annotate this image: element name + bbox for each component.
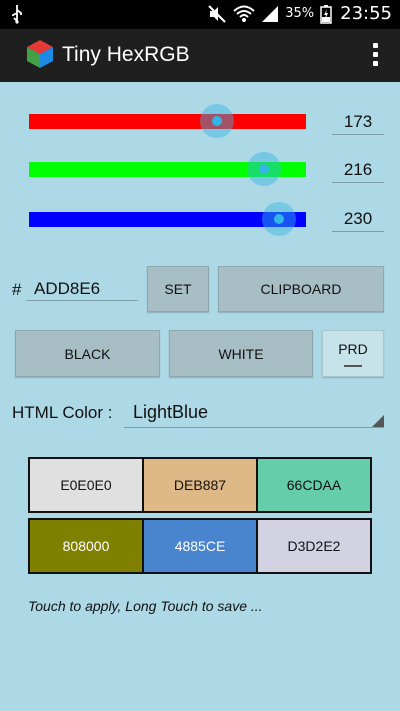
signal-icon	[262, 5, 279, 22]
swatch-row-2: 808000 4885CE D3D2E2	[28, 518, 372, 574]
swatch-button[interactable]: E0E0E0	[30, 459, 144, 511]
swatch-button[interactable]: 4885CE	[144, 520, 258, 572]
app-title: Tiny HexRGB	[62, 43, 190, 66]
green-value-field[interactable]: 216	[332, 158, 384, 183]
swatch-button[interactable]: D3D2E2	[258, 520, 370, 572]
white-button[interactable]: WHITE	[169, 330, 313, 377]
prd-toggle-indicator	[344, 364, 362, 367]
red-slider[interactable]	[29, 114, 306, 129]
wifi-icon	[233, 5, 255, 22]
swatch-button[interactable]: 66CDAA	[258, 459, 370, 511]
swatch-row-1: E0E0E0 DEB887 66CDAA	[28, 457, 372, 513]
dropdown-arrow-icon	[372, 415, 384, 427]
battery-percent: 35%	[285, 6, 315, 21]
html-color-label: HTML Color :	[12, 403, 113, 422]
clock: 23:55	[340, 3, 392, 24]
prd-button[interactable]: PRD	[322, 330, 384, 377]
app-cube-icon	[27, 40, 53, 68]
red-slider-thumb[interactable]	[199, 104, 234, 138]
action-bar: Tiny HexRGB	[0, 29, 400, 82]
usb-icon	[12, 5, 22, 24]
blue-value-field[interactable]: 230	[332, 207, 384, 232]
status-bar: 35% 23:55	[0, 0, 400, 29]
usage-hint: Touch to apply, Long Touch to save ...	[28, 598, 263, 614]
black-button[interactable]: BLACK	[15, 330, 160, 377]
green-slider-thumb[interactable]	[246, 152, 281, 186]
swatch-button[interactable]: 808000	[30, 520, 144, 572]
html-color-select[interactable]: LightBlue	[124, 396, 384, 428]
html-color-selected: LightBlue	[133, 402, 209, 422]
prd-button-label: PRD	[338, 340, 368, 357]
set-button[interactable]: SET	[147, 266, 209, 312]
overflow-menu-icon[interactable]	[370, 43, 380, 69]
clipboard-button[interactable]: CLIPBOARD	[218, 266, 384, 312]
swatch-button[interactable]: DEB887	[144, 459, 258, 511]
blue-slider-thumb[interactable]	[261, 202, 296, 236]
hex-input[interactable]	[26, 277, 138, 301]
hash-label: #	[12, 280, 22, 299]
battery-charging-icon	[320, 4, 332, 24]
red-value-field[interactable]: 173	[332, 110, 384, 135]
mute-icon	[208, 4, 226, 23]
